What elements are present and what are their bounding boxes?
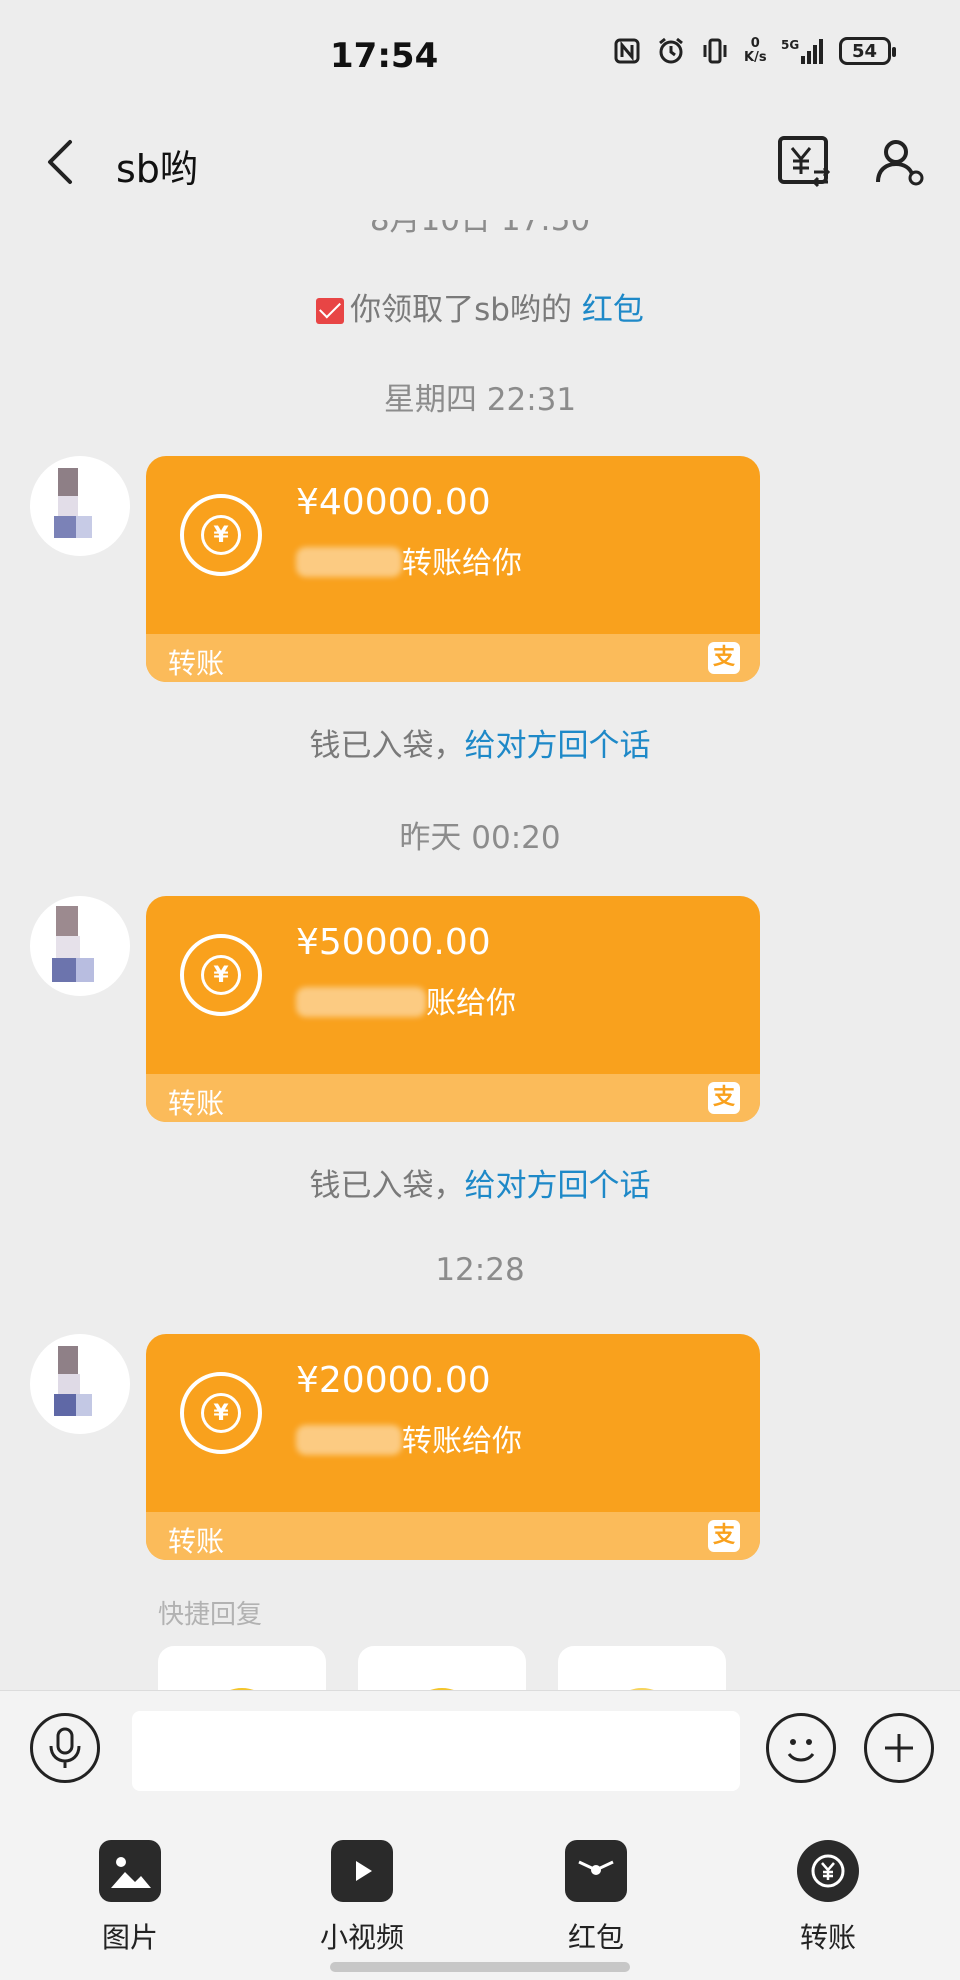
- receipt-text: 钱已入袋，: [309, 1168, 465, 1204]
- alarm-icon: [656, 36, 686, 66]
- avatar[interactable]: [30, 896, 130, 996]
- battery-icon: 54: [838, 37, 896, 65]
- quick-reply-label: 快捷回复: [158, 1600, 263, 1630]
- red-packet-icon: [565, 1840, 627, 1902]
- plus-icon[interactable]: [864, 1713, 934, 1783]
- transfer-desc: 账给你: [296, 978, 516, 1022]
- tool-video[interactable]: 小视频: [282, 1840, 442, 1956]
- tool-label: 图片: [101, 1921, 158, 1954]
- status-time: 17:54: [330, 36, 439, 76]
- status-icons: 0 K/s 5G 54: [612, 36, 896, 66]
- transfer-type-label: 转账: [168, 1087, 225, 1120]
- quick-reply-sticker[interactable]: [558, 1646, 726, 1690]
- receipt-text: 钱已入袋，: [309, 728, 465, 764]
- nfc-icon: [612, 36, 642, 66]
- vibrate-icon: [700, 36, 730, 66]
- tool-red-packet[interactable]: 红包: [516, 1840, 676, 1956]
- transfer-desc: 转账给你: [296, 1416, 522, 1460]
- transfer-amount: ¥50000.00: [296, 922, 491, 963]
- chat-title: sb哟: [116, 147, 198, 191]
- transfer-amount: ¥40000.00: [296, 482, 491, 523]
- transfer-yuan-icon: [797, 1840, 859, 1902]
- chat-area[interactable]: 8月10日 17:50 你领取了sb哟的 红包 星期四 22:31 ¥ ¥400…: [0, 220, 960, 1690]
- microphone-icon[interactable]: [30, 1713, 100, 1783]
- tool-image[interactable]: 图片: [50, 1840, 210, 1956]
- timestamp: 昨天 00:20: [399, 820, 561, 856]
- status-bar: 17:54 0 K/s 5G 54: [0, 0, 960, 110]
- tool-label: 转账: [799, 1921, 856, 1954]
- image-icon: [99, 1840, 161, 1902]
- tool-label: 小视频: [319, 1921, 404, 1954]
- net-speed: 0 K/s: [744, 36, 767, 65]
- transfer-yuan-icon: ¥: [180, 934, 262, 1016]
- quick-reply-sticker[interactable]: [358, 1646, 526, 1690]
- back-arrow-icon[interactable]: [34, 132, 94, 192]
- message-input[interactable]: [132, 1711, 740, 1791]
- chat-header: sb哟: [0, 110, 960, 220]
- transfer-amount: ¥20000.00: [296, 1360, 491, 1401]
- transfer-yuan-icon: ¥: [180, 1372, 262, 1454]
- video-icon: [331, 1840, 393, 1902]
- emoji-icon[interactable]: [766, 1713, 836, 1783]
- system-notice-text: 你领取了sb哟的: [350, 292, 572, 328]
- transfer-card[interactable]: ¥ ¥20000.00 转账给你 转账 支: [146, 1334, 760, 1560]
- tool-transfer[interactable]: 转账: [748, 1840, 908, 1956]
- transfer-yuan-icon: ¥: [180, 494, 262, 576]
- transfer-card[interactable]: ¥ ¥50000.00 账给你 转账 支: [146, 896, 760, 1122]
- red-packet-link[interactable]: 红包: [582, 292, 644, 328]
- profile-icon[interactable]: [870, 132, 930, 192]
- alipay-icon: 支: [708, 642, 740, 674]
- red-envelope-icon: [316, 298, 345, 324]
- transfer-card[interactable]: ¥ ¥40000.00 转账给你 转账 支: [146, 456, 760, 682]
- home-indicator[interactable]: [330, 1962, 630, 1972]
- tool-tray: 图片 小视频 红包 转账: [0, 1810, 960, 1980]
- timestamp: 星期四 22:31: [383, 382, 577, 418]
- transfer-type-label: 转账: [168, 1525, 225, 1558]
- alipay-icon: 支: [708, 1082, 740, 1114]
- reply-link[interactable]: 给对方回个话: [465, 728, 651, 764]
- reply-link[interactable]: 给对方回个话: [465, 1168, 651, 1204]
- system-notice: 你领取了sb哟的 红包: [0, 284, 960, 329]
- transfer-type-label: 转账: [168, 647, 225, 680]
- receipt-notice: 钱已入袋，给对方回个话: [0, 720, 960, 765]
- battery-level: 54: [852, 40, 878, 62]
- timestamp: 8月10日 17:50: [369, 220, 591, 238]
- quick-reply-sticker[interactable]: [158, 1646, 326, 1690]
- timestamp: 12:28: [435, 1252, 525, 1288]
- signal-label: 5G: [781, 38, 799, 52]
- alipay-icon: 支: [708, 1520, 740, 1552]
- receipt-notice: 钱已入袋，给对方回个话: [0, 1160, 960, 1205]
- transfer-icon[interactable]: [774, 132, 834, 192]
- tool-label: 红包: [567, 1921, 624, 1954]
- avatar[interactable]: [30, 456, 130, 556]
- input-bar: [0, 1690, 960, 1811]
- signal-icon: 5G: [781, 36, 825, 66]
- transfer-desc: 转账给你: [296, 538, 522, 582]
- avatar[interactable]: [30, 1334, 130, 1434]
